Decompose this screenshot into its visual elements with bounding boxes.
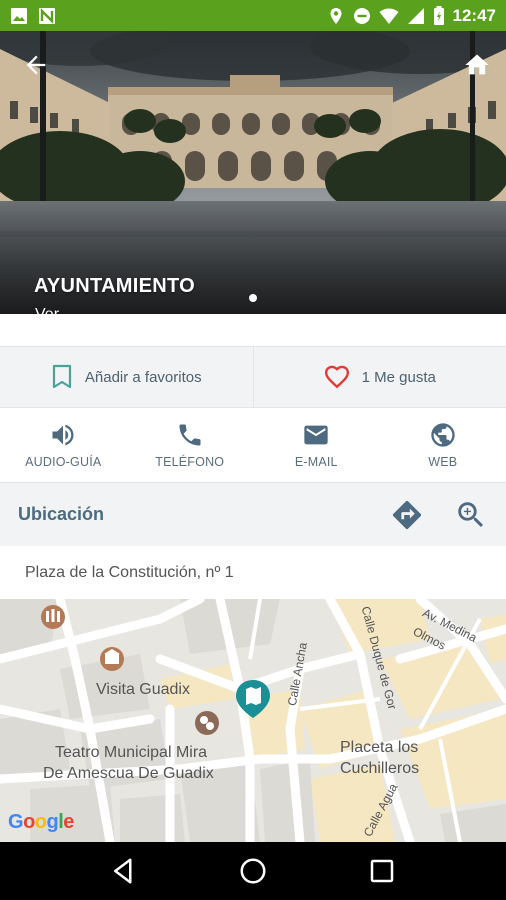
mail-icon	[304, 425, 328, 445]
web-label: WEB	[428, 455, 458, 469]
heart-icon	[324, 365, 349, 389]
do-not-disturb-icon	[353, 7, 370, 24]
battery-icon	[433, 5, 444, 25]
location-header: Ubicación	[0, 482, 506, 546]
audio-guide-label: AUDIO-GUÍA	[25, 455, 102, 469]
map-label-teatro-1: Teatro Municipal Mira	[55, 744, 208, 761]
action-row: AUDIO-GUÍA TELÉFONO E-MAIL WEB	[0, 408, 506, 482]
recents-nav-icon[interactable]	[367, 856, 397, 886]
poi-theater-icon	[195, 711, 219, 735]
signal-icon	[407, 7, 424, 24]
phone-button[interactable]: TELÉFONO	[127, 408, 254, 482]
address-text: Plaza de la Constitución, nº 1	[0, 546, 506, 599]
email-button[interactable]: E-MAIL	[253, 408, 380, 482]
location-title: Ubicación	[18, 504, 105, 524]
like-button[interactable]: 1 Me gusta	[254, 347, 506, 407]
phone-label: TELÉFONO	[155, 455, 225, 469]
spacer	[0, 314, 506, 346]
map-label-placeta-1: Placeta los	[340, 739, 419, 756]
speaker-icon	[52, 424, 74, 446]
carousel-dot[interactable]	[249, 294, 257, 302]
add-to-favorites-label: Añadir a favoritos	[84, 368, 202, 386]
back-arrow-icon[interactable]	[22, 51, 50, 79]
location-icon	[330, 7, 342, 24]
carousel-indicator	[0, 294, 506, 302]
email-label: E-MAIL	[294, 455, 338, 469]
clock: 12:47	[452, 5, 496, 25]
hero-carousel[interactable]: AYUNTAMIENTO Ver	[0, 31, 506, 314]
web-button[interactable]: WEB	[380, 408, 506, 482]
audio-guide-button[interactable]: AUDIO-GUÍA	[0, 408, 127, 482]
home-icon[interactable]	[463, 51, 491, 79]
google-logo: Google	[8, 811, 74, 833]
add-to-favorites-button[interactable]: Añadir a favoritos	[0, 347, 254, 407]
zoom-in-icon[interactable]	[454, 498, 488, 532]
like-count-label: 1 Me gusta	[361, 368, 436, 386]
wifi-icon	[379, 8, 399, 24]
globe-icon	[431, 423, 455, 447]
location-map[interactable]: Visita Guadix Teatro Municipal Mira De A…	[0, 599, 506, 842]
favorite-like-bar: Añadir a favoritos 1 Me gusta	[0, 346, 506, 408]
back-nav-icon[interactable]	[109, 856, 139, 886]
map-label-visita: Visita Guadix	[96, 681, 190, 698]
status-bar: 12:47	[0, 0, 506, 31]
system-nav-bar	[0, 842, 506, 900]
image-icon	[11, 7, 27, 24]
map-label-teatro-2: De Amescua De Guadix	[43, 765, 214, 782]
hero-photo	[0, 31, 506, 314]
poi-museum-icon	[100, 647, 124, 671]
phone-icon	[179, 424, 201, 446]
map-label-placeta-2: Cuchilleros	[340, 760, 420, 777]
home-nav-icon[interactable]	[238, 856, 268, 886]
n-app-icon	[39, 7, 55, 24]
view-link[interactable]: Ver	[35, 306, 59, 314]
poi-landmark-icon	[41, 605, 65, 629]
bookmark-icon	[52, 364, 71, 389]
directions-icon[interactable]	[390, 498, 424, 532]
